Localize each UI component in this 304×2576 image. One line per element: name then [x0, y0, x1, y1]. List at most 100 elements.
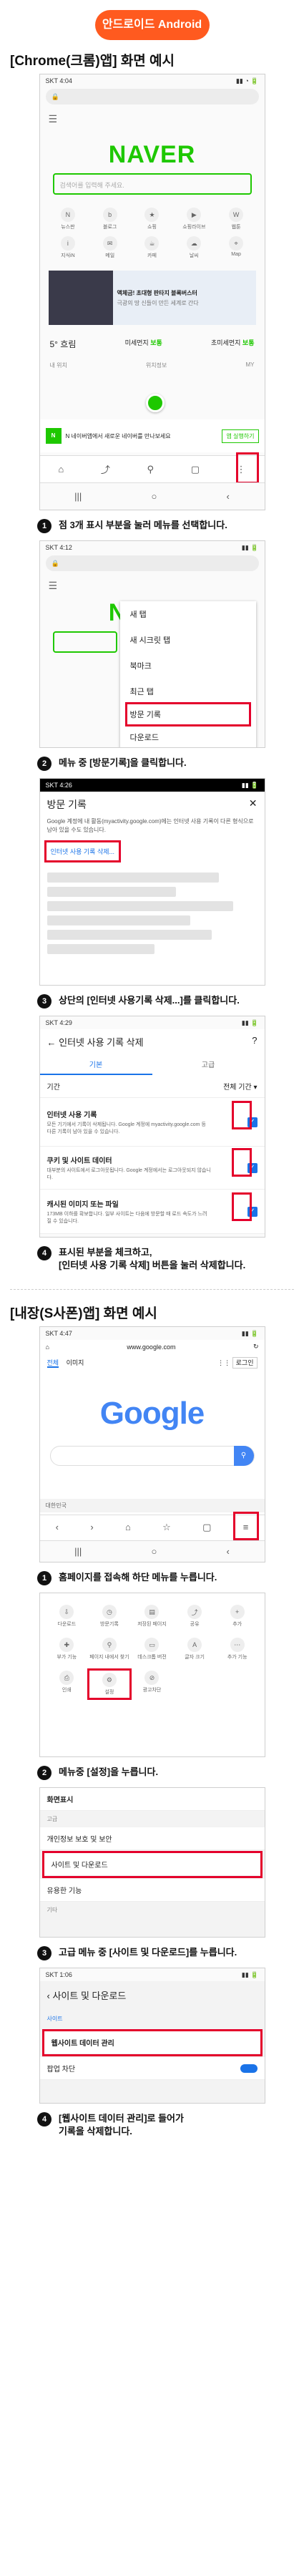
samsung-step-2: 2 메뉴중 [설정]을 누릅니다. [0, 1757, 304, 1787]
menu-find[interactable]: ⚲ 페이지 내에서 찾기 [89, 1638, 129, 1661]
menu-saved-pages[interactable]: ▤ 저장된 페이지 [132, 1605, 172, 1628]
period-row: 기간 전체 기간 ▾ [39, 1075, 265, 1098]
menu-recent-tabs[interactable]: 최근 탭 [120, 679, 256, 704]
help-icon[interactable]: ? [252, 1035, 257, 1049]
puzzle-icon: ✚ [59, 1638, 74, 1652]
back-icon[interactable]: ‹ [227, 1546, 230, 1557]
clear-browsing-data-link[interactable]: 인터넷 사용 기록 삭제... [44, 840, 122, 862]
chrome-home-screenshot: SKT 4:04 ▮▮ ◔ 🔋 🔒 ☰ NAVER 검색어를 입력해 주세요. N… [39, 74, 265, 510]
service-kin[interactable]: i 지식iN [50, 236, 87, 259]
settings-display[interactable]: 화면표시 [39, 1788, 265, 1811]
service-webtoon[interactable]: W 웹툰 [218, 208, 255, 230]
menu-addons[interactable]: ✚ 부가 기능 [47, 1638, 87, 1661]
service-shopping[interactable]: ★ 쇼핑 [134, 208, 170, 230]
search-icon[interactable]: ⚲ [233, 1446, 254, 1466]
download-icon: ⇩ [59, 1605, 74, 1619]
menu-more[interactable]: ⋯ 추가 기능 [217, 1638, 258, 1661]
settings-privacy[interactable]: 개인정보 보호 및 보안 [39, 1827, 265, 1850]
hamburger-icon[interactable]: ☰ [40, 573, 265, 592]
samsung-url-bar[interactable]: ⌂ www.google.com ↻ [40, 1340, 265, 1353]
tab-basic[interactable]: 기본 [39, 1054, 152, 1075]
popup-block-row[interactable]: 팝업 차단 [39, 2057, 265, 2080]
toggle-switch[interactable] [240, 2064, 258, 2073]
lock-icon: 🔒 [51, 92, 59, 100]
menu-desktop[interactable]: ▭ 데스크톱 버전 [132, 1638, 172, 1661]
manage-website-data[interactable]: 웹사이트 데이터 관리 [41, 2029, 263, 2056]
settings-useful[interactable]: 유용한 기능 [39, 1879, 265, 1902]
naver-search-input[interactable]: 검색어를 입력해 주세요. [52, 173, 252, 195]
service-weather[interactable]: ☁ 날씨 [176, 236, 212, 259]
recent-icon[interactable]: ||| [74, 1546, 82, 1557]
home-circle-icon[interactable]: ○ [151, 1546, 157, 1557]
menu-history[interactable]: 방문 기록 [124, 702, 251, 726]
login-button[interactable]: 로그인 [232, 1357, 258, 1369]
guide-page: 안드로이드 Android [Chrome(크롬)앱] 화면 예시 SKT 4:… [0, 0, 304, 2576]
tab-all[interactable]: 전체 [46, 1359, 59, 1368]
menu-downloads[interactable]: ⇩ 다운로드 [47, 1605, 87, 1628]
back-arrow-icon[interactable]: ← [47, 1037, 57, 1048]
step-4: 4 표시된 부분을 체크하고, [인터넷 사용 기록 삭제] 버튼을 눌러 삭제합니… [0, 1238, 304, 1289]
tab-images[interactable]: 이미지 [67, 1359, 84, 1366]
apps-grid-icon[interactable]: ⋮⋮ [217, 1359, 230, 1366]
menu-share[interactable]: ⤴ 공유 [175, 1605, 215, 1628]
search-input[interactable] [52, 631, 117, 653]
desktop-icon: ▭ [144, 1638, 160, 1652]
forward-icon[interactable]: › [90, 1522, 93, 1532]
service-shoplive[interactable]: ▶ 쇼핑라이브 [176, 208, 212, 230]
system-nav: ||| ○ ‹ [39, 482, 265, 510]
google-header: 전체 이미지 ⋮⋮ 로그인 [40, 1353, 265, 1371]
settings-sites-downloads[interactable]: 사이트 및 다운로드 [41, 1851, 263, 1878]
tabs-icon[interactable]: ▢ [191, 464, 200, 475]
tab-advanced[interactable]: 고급 [152, 1054, 265, 1075]
samsung-toolbar: ‹ › ⌂ ☆ ▢ ≡ [39, 1515, 265, 1539]
close-icon[interactable]: ✕ [249, 797, 258, 812]
chrome-toolbar: ⌂ ⤴ ⚲ ▢ ⋮ [39, 455, 265, 482]
service-map[interactable]: ⌖ Map [218, 236, 255, 259]
back-icon[interactable]: ‹ [56, 1522, 59, 1532]
menu-bookmarks[interactable]: 북마크 [120, 653, 256, 679]
ad-banner[interactable]: 액체금! 초대형 판타지 블록버스터 극광의 땅 신들이 만든 세계로 간다 [48, 271, 256, 325]
print-icon: ⎙ [59, 1671, 74, 1685]
menu-history[interactable]: ◷ 방문기록 [89, 1605, 129, 1628]
service-blog[interactable]: b 블로그 [92, 208, 128, 230]
service-mail[interactable]: ✉ 메일 [92, 236, 128, 259]
app-promo-bar: N N 네이버앱에서 새로운 네이버를 만나보세요 앱 실행하기 [39, 419, 265, 452]
recent-icon[interactable]: ||| [74, 491, 82, 502]
menu-new-tab[interactable]: 새 탭 [120, 601, 256, 627]
menu-settings[interactable]: ⚙ 설정 [87, 1668, 132, 1700]
weather-widget: 5° 흐림 미세먼지 보통 초미세먼지 보통 [49, 339, 255, 349]
url-bar[interactable]: 🔒 [45, 89, 259, 105]
home-icon[interactable]: ⌂ [125, 1522, 131, 1532]
find-icon: ⚲ [102, 1638, 117, 1652]
bookmark-star-icon[interactable]: ☆ [162, 1522, 171, 1533]
option-history[interactable]: 인터넷 사용 기록 모든 기기에서 기록이 삭제됩니다. Google 계정에 m… [39, 1098, 265, 1147]
share-icon[interactable]: ⤴ [101, 462, 110, 476]
google-search-input[interactable]: ⚲ [49, 1446, 255, 1466]
refresh-icon[interactable]: ↻ [253, 1343, 259, 1351]
menu-incognito[interactable]: 새 시크릿 탭 [120, 627, 256, 653]
plus-icon: + [230, 1605, 245, 1619]
option-cache[interactable]: 캐시된 이미지 또는 파일 173MB 이하를 확보합니다. 일부 사이트는 다음… [39, 1190, 265, 1234]
service-news[interactable]: N 뉴스판 [50, 208, 87, 230]
tabs-icon[interactable]: ▢ [202, 1522, 211, 1533]
back-arrow-icon[interactable]: ‹ [47, 1991, 50, 2001]
service-cafe[interactable]: ☕ 카페 [134, 236, 170, 259]
green-dot-icon[interactable] [145, 394, 165, 412]
back-icon[interactable]: ‹ [227, 491, 230, 502]
menu-adblock[interactable]: ⊘ 광고차단 [132, 1671, 172, 1698]
period-select[interactable]: 전체 기간 ▾ [223, 1081, 257, 1092]
menu-print[interactable]: ⎙ 인쇄 [47, 1671, 87, 1698]
google-logo: Google [99, 1396, 205, 1431]
open-app-button[interactable]: 앱 실행하기 [222, 429, 259, 443]
url-bar[interactable]: 🔒 [45, 555, 259, 571]
search-icon[interactable]: ⚲ [147, 464, 155, 475]
menu-text-size[interactable]: A 글자 크기 [175, 1638, 215, 1661]
samsung-browser-screenshot: SKT 4:47 ▮▮ 🔋 ⌂ www.google.com ↻ 전체 이미지 ⋮⋮ … [39, 1326, 265, 1562]
menu-downloads[interactable]: 다운로드 [120, 724, 256, 747]
option-cookies[interactable]: 쿠키 및 사이트 데이터 대부분의 사이트에서 로그아웃됩니다. Google 계… [39, 1147, 265, 1190]
chrome-history-screenshot: SKT 4:26 ▮▮ 🔋 방문 기록 ✕ Google 계정에 내 활동(myac… [39, 778, 265, 986]
home-circle-icon[interactable]: ○ [151, 491, 157, 502]
hamburger-icon[interactable]: ☰ [40, 106, 265, 125]
home-icon[interactable]: ⌂ [58, 464, 64, 475]
menu-add[interactable]: + 추가 [217, 1605, 258, 1628]
